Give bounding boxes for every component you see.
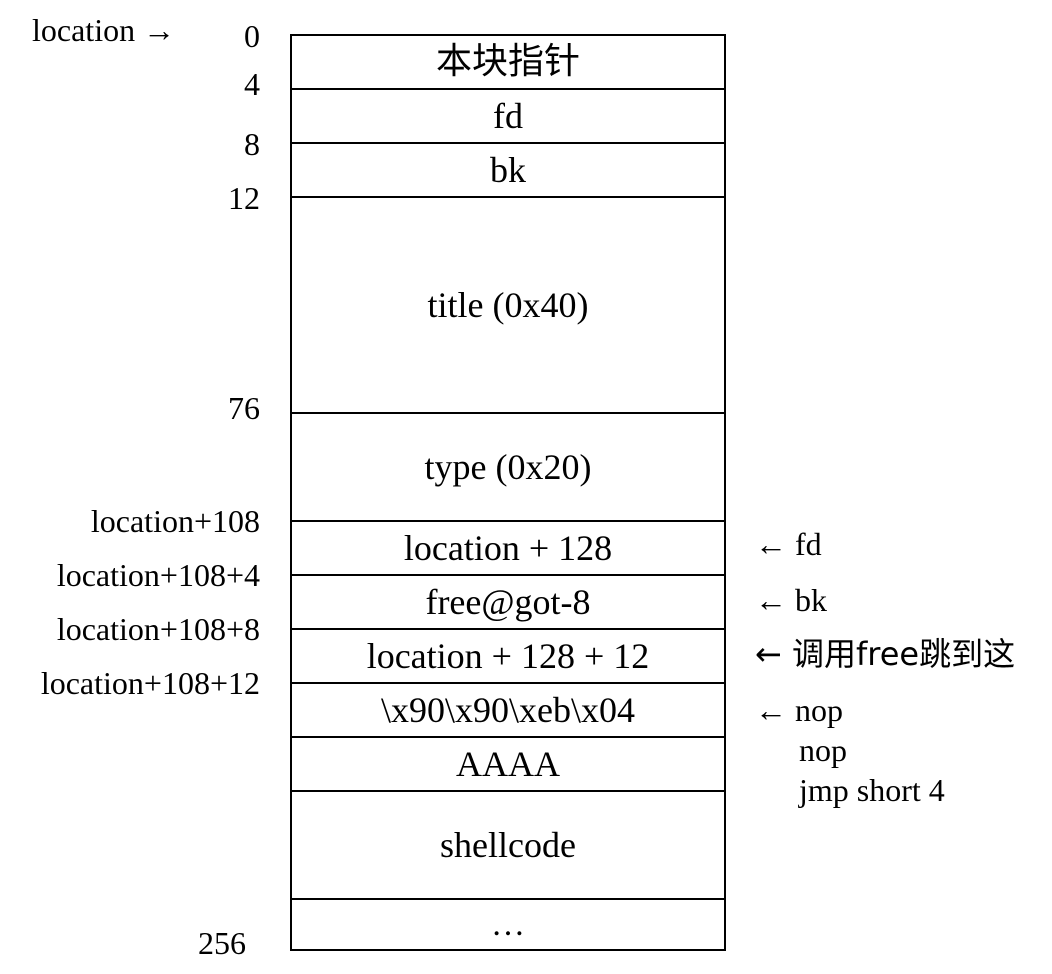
ellipsis-cell: … [491,905,525,943]
offset-label: 12 [228,180,260,216]
fd-pointer-note: ← fd [755,526,822,562]
offset-label: 76 [228,390,260,426]
offset-label: 4 [244,66,260,102]
padding-cell: AAAA [456,744,560,784]
shellcode-cell: shellcode [440,825,576,865]
offset-label: location+108+4 [56,557,260,593]
memory-table: 本块指针 fd bk title (0x40) type (0x20) loca… [290,34,726,951]
offset-label: location+108+8 [56,611,260,647]
nop-note: ← nop [755,692,843,728]
fd-cell: fd [493,96,523,136]
jump-target-cell: location + 128 + 12 [366,636,650,676]
offset-label: location+108+12 [40,665,260,701]
nop-note: nop [799,732,847,768]
heap-chunk-layout-diagram: location → 本块指针 fd bk title (0x40) type … [0,0,1052,974]
offset-label: 0 [244,18,260,54]
offset-label: location+108 [90,503,260,539]
type-cell: type (0x20) [424,447,592,487]
free-jump-note: ← 调用free跳到这 [755,635,1016,673]
fake-bk-cell: free@got-8 [425,582,591,622]
nop-jump-cell: \x90\x90\xeb\x04 [381,690,635,730]
title-cell: title (0x40) [427,285,589,325]
bk-pointer-note: ← bk [755,582,827,618]
fake-fd-cell: location + 128 [403,528,613,568]
offset-label: 256 [198,925,246,961]
bk-cell: bk [490,150,526,190]
jmp-short-note: jmp short 4 [799,772,945,808]
chunk-pointer-cell: 本块指针 [435,41,580,82]
offset-label: 8 [244,126,260,162]
location-start-label: location → [32,12,176,48]
